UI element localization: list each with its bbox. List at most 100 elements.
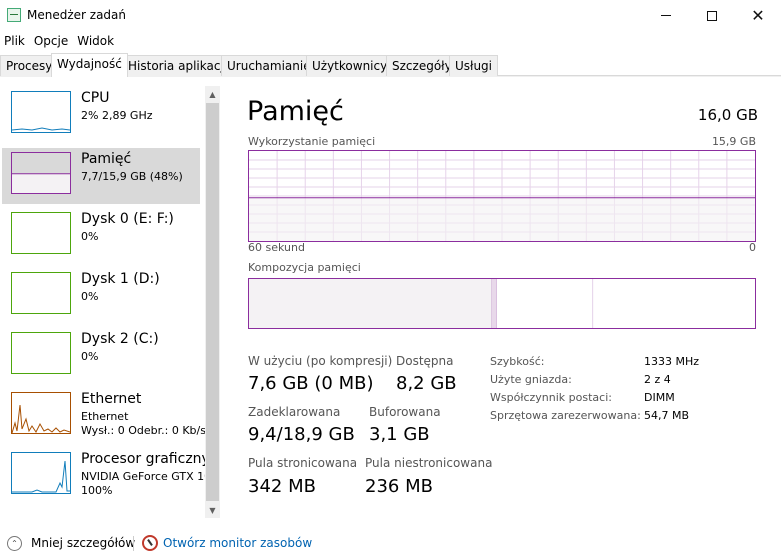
tab-app-history[interactable]: Historia aplikacji	[122, 55, 234, 76]
scroll-down-icon[interactable]: ▼	[205, 502, 220, 518]
resource-name: Dysk 1 (D:)	[81, 271, 160, 287]
resource-monitor-icon[interactable]	[142, 535, 158, 551]
cpu-mini-line	[11, 127, 71, 131]
resource-name: Ethernet	[81, 391, 142, 407]
tab-details[interactable]: Szczegóły	[386, 55, 458, 76]
scroll-up-icon[interactable]: ▲	[205, 86, 220, 102]
composition-modified	[491, 279, 497, 328]
memory-total: 16,0 GB	[697, 106, 758, 124]
resource-list: CPU 2% 2,89 GHz Pamięć 7,7/15,9 GB (48%)…	[0, 87, 205, 519]
menu-view[interactable]: Widok	[73, 31, 119, 51]
nonpaged-pool-label: Pula niestronicowana	[365, 456, 493, 470]
committed-label: Zadeklarowana	[248, 405, 341, 419]
resource-disk-2[interactable]: Dysk 2 (C:) 0%	[2, 328, 200, 384]
fewer-details-button[interactable]: Mniej szczegółów	[31, 536, 135, 550]
hardware-reserved-label: Sprzętowa zarezerwowana:	[490, 409, 641, 422]
resource-throughput: Wysł.: 0 Odebr.: 0 Kb/s	[81, 424, 205, 437]
title-bar: Menedżer zadań ✕	[0, 0, 781, 31]
paged-pool-value: 342 MB	[248, 476, 316, 497]
resource-name: CPU	[81, 90, 110, 106]
tab-startup[interactable]: Uruchamianie	[221, 55, 317, 76]
menu-file[interactable]: Plik	[0, 31, 30, 51]
resource-name: Pamięć	[81, 151, 132, 167]
composition-standby	[496, 279, 594, 328]
ethernet-mini-line	[11, 404, 71, 434]
disk0-mini-graph	[11, 212, 71, 254]
resource-ethernet[interactable]: Ethernet Ethernet Wysł.: 0 Odebr.: 0 Kb/…	[2, 388, 205, 444]
resource-cpu[interactable]: CPU 2% 2,89 GHz	[2, 87, 200, 143]
tab-strip: Procesy Wydajność Historia aplikacji Uru…	[0, 53, 781, 77]
resource-value: 2% 2,89 GHz	[81, 109, 153, 122]
tab-performance[interactable]: Wydajność	[51, 53, 128, 77]
footer-bar: ⌃ Mniej szczegółów Otwórz monitor zasobó…	[0, 528, 781, 557]
gpu-mini-line	[12, 460, 70, 493]
resource-disk-1[interactable]: Dysk 1 (D:) 0%	[2, 268, 200, 324]
tab-processes[interactable]: Procesy	[0, 55, 59, 76]
maximize-icon	[707, 10, 717, 21]
resource-list-scrollbar[interactable]: ▲ ▼	[205, 86, 220, 518]
tab-services[interactable]: Usługi	[449, 55, 499, 76]
form-factor-label: Współczynnik postaci:	[490, 391, 612, 404]
slots-label: Użyte gniazda:	[490, 373, 572, 386]
composition-in-use	[249, 279, 492, 328]
menu-options[interactable]: Opcje	[30, 31, 73, 51]
resource-name: Dysk 0 (E: F:)	[81, 211, 174, 227]
committed-value: 9,4/18,9 GB	[248, 424, 355, 445]
resource-value: Ethernet	[81, 410, 129, 423]
memory-usage-graph	[248, 150, 756, 242]
memory-mini-fill	[12, 173, 70, 193]
disk1-mini-graph	[11, 272, 71, 314]
available-label: Dostępna	[396, 354, 454, 368]
gpu-mini-graph	[11, 452, 71, 494]
resource-value: NVIDIA GeForce GTX 10	[81, 470, 205, 483]
available-value: 8,2 GB	[396, 373, 457, 394]
form-factor-value: DIMM	[644, 391, 675, 404]
page-title: Pamięć	[247, 96, 344, 127]
minimize-button[interactable]	[643, 0, 689, 31]
usage-graph-max: 15,9 GB	[711, 135, 756, 148]
cpu-mini-graph	[11, 91, 71, 133]
menu-bar: Plik Opcje Widok	[0, 31, 781, 51]
ethernet-mini-graph	[11, 392, 71, 434]
speed-label: Szybkość:	[490, 355, 545, 368]
resource-memory[interactable]: Pamięć 7,7/15,9 GB (48%)	[2, 148, 200, 204]
composition-label: Kompozycja pamięci	[248, 261, 361, 274]
resource-value: 7,7/15,9 GB (48%)	[81, 170, 183, 183]
graph-time-right: 0	[749, 241, 756, 254]
usage-area	[249, 197, 755, 241]
cached-value: 3,1 GB	[369, 424, 430, 445]
memory-mini-graph	[11, 152, 71, 194]
memory-composition-bar	[248, 278, 756, 329]
resource-disk-0[interactable]: Dysk 0 (E: F:) 0%	[2, 208, 200, 264]
scroll-thumb[interactable]	[206, 103, 219, 501]
composition-free	[593, 279, 755, 328]
maximize-button[interactable]	[689, 0, 735, 31]
footer-divider	[133, 536, 134, 551]
close-icon: ✕	[751, 5, 765, 25]
resource-name: Procesor graficzny	[81, 451, 205, 467]
task-manager-icon	[7, 8, 21, 22]
in-use-label: W użyciu (po kompresji)	[248, 354, 393, 368]
slots-value: 2 z 4	[644, 373, 671, 386]
graph-time-left: 60 sekund	[248, 241, 305, 254]
window-title: Menedżer zadań	[27, 8, 126, 22]
speed-value: 1333 MHz	[644, 355, 700, 368]
disk2-mini-graph	[11, 332, 71, 374]
close-button[interactable]: ✕	[735, 0, 781, 31]
paged-pool-label: Pula stronicowana	[248, 456, 358, 470]
resource-gpu[interactable]: Procesor graficzny NVIDIA GeForce GTX 10…	[2, 448, 205, 504]
usage-graph-label: Wykorzystanie pamięci	[248, 135, 376, 148]
cached-label: Buforowana	[369, 405, 441, 419]
open-resource-monitor-link[interactable]: Otwórz monitor zasobów	[163, 536, 312, 550]
hardware-reserved-value: 54,7 MB	[644, 409, 690, 422]
tab-users[interactable]: Użytkownicy	[306, 55, 394, 76]
resource-value: 0%	[81, 290, 99, 303]
minimize-icon	[661, 15, 671, 16]
chevron-up-icon[interactable]: ⌃	[7, 536, 22, 551]
resource-usage: 100%	[81, 484, 113, 497]
resource-value: 0%	[81, 230, 99, 243]
resource-value: 0%	[81, 350, 99, 363]
memory-details-pane: Pamięć 16,0 GB Wykorzystanie pamięci 15,…	[230, 86, 775, 526]
resource-name: Dysk 2 (C:)	[81, 331, 159, 347]
nonpaged-pool-value: 236 MB	[365, 476, 433, 497]
